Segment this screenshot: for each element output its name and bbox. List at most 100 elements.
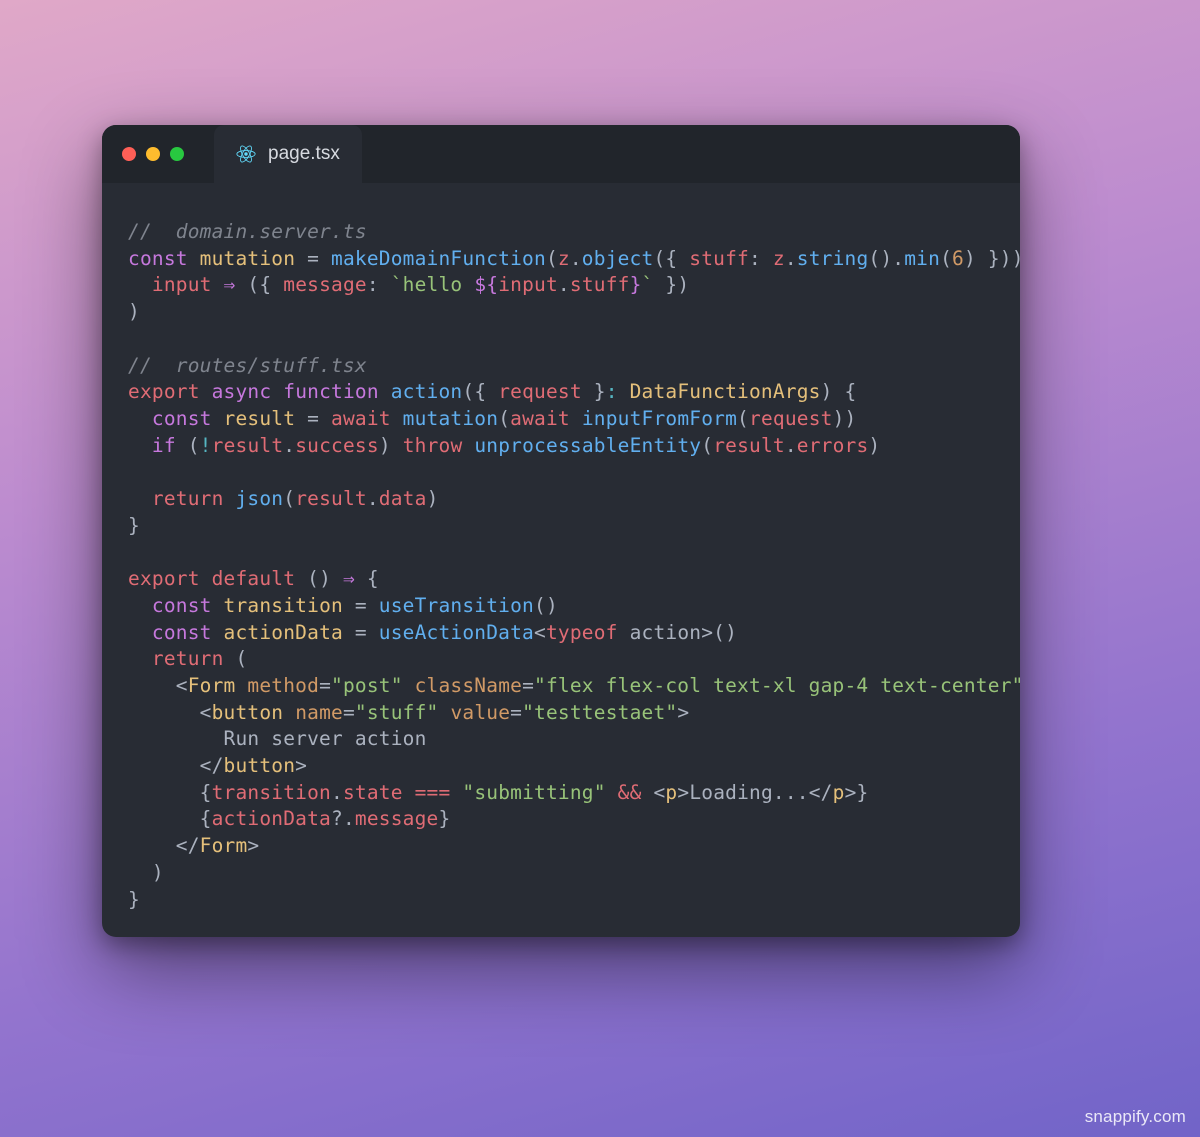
t: &&	[618, 781, 642, 804]
t: =	[295, 247, 331, 270]
t: makeDomainFunction	[331, 247, 546, 270]
t: }	[128, 514, 140, 537]
t: function	[283, 380, 379, 403]
t	[212, 594, 224, 617]
t: stuff	[570, 273, 630, 296]
t: export	[128, 567, 200, 590]
t: </	[128, 834, 200, 857]
t: object	[582, 247, 654, 270]
t: Form	[188, 674, 236, 697]
t: mutation	[403, 407, 499, 430]
t: <	[128, 674, 188, 697]
t: })	[653, 273, 689, 296]
t: .	[367, 487, 379, 510]
t: action	[391, 380, 463, 403]
t: ()	[534, 594, 558, 617]
t: ().	[868, 247, 904, 270]
t: button	[224, 754, 296, 777]
t: `hello	[391, 273, 475, 296]
t: )	[868, 434, 880, 457]
t: const	[128, 247, 188, 270]
t: {	[128, 781, 212, 804]
t	[403, 781, 415, 804]
t: unprocessableEntity	[474, 434, 701, 457]
t: input	[152, 273, 212, 296]
t: json	[235, 487, 283, 510]
t	[128, 487, 152, 510]
t: }	[438, 807, 450, 830]
t: .	[558, 273, 570, 296]
t: p	[833, 781, 845, 804]
traffic-lights	[102, 147, 204, 161]
t: const	[152, 594, 212, 617]
file-tab[interactable]: page.tsx	[214, 125, 362, 183]
t	[439, 701, 451, 724]
t: z	[773, 247, 785, 270]
t: .	[785, 247, 797, 270]
t: p	[665, 781, 677, 804]
t: action	[630, 621, 702, 644]
t: ({	[247, 273, 283, 296]
t: </	[809, 781, 833, 804]
t: :	[367, 273, 391, 296]
t: (	[701, 434, 713, 457]
t: ⇒	[343, 567, 355, 590]
t: }	[630, 273, 642, 296]
t: <	[642, 781, 666, 804]
t	[128, 407, 152, 430]
t: (	[283, 487, 295, 510]
t: {	[128, 807, 212, 830]
t	[450, 781, 462, 804]
t: <	[534, 621, 546, 644]
t: )	[379, 434, 403, 457]
t: (	[224, 647, 248, 670]
t: :	[749, 247, 773, 270]
t: return	[152, 647, 224, 670]
t: success	[295, 434, 379, 457]
zoom-icon[interactable]	[170, 147, 184, 161]
t	[606, 781, 618, 804]
t: string	[797, 247, 869, 270]
t: result	[713, 434, 785, 457]
t: </	[128, 754, 224, 777]
t: =	[522, 674, 534, 697]
t: ({	[462, 380, 498, 403]
t: >	[247, 834, 259, 857]
t: await	[331, 407, 391, 430]
t	[128, 434, 152, 457]
watermark: snappify.com	[1085, 1107, 1186, 1127]
t: typeof	[546, 621, 618, 644]
t	[128, 727, 224, 750]
t: ))	[833, 407, 857, 430]
t: (	[940, 247, 952, 270]
t: 6	[952, 247, 964, 270]
t	[618, 621, 630, 644]
t: throw	[403, 434, 463, 457]
close-icon[interactable]	[122, 147, 136, 161]
t: "submitting"	[462, 781, 605, 804]
window-titlebar: page.tsx	[102, 125, 1020, 183]
t: state	[343, 781, 403, 804]
t	[128, 647, 152, 670]
t: inputFromForm	[582, 407, 737, 430]
t: `	[642, 273, 654, 296]
t	[128, 594, 152, 617]
t: button	[212, 701, 284, 724]
t: ()	[295, 567, 343, 590]
t: =	[343, 621, 379, 644]
t: ?.	[331, 807, 355, 830]
t	[283, 701, 295, 724]
minimize-icon[interactable]	[146, 147, 160, 161]
t: (	[498, 407, 510, 430]
t: min	[904, 247, 940, 270]
t: ⇒	[212, 273, 248, 296]
t: >	[677, 781, 689, 804]
t: default	[212, 567, 296, 590]
code-comment: // routes/stuff.tsx	[128, 354, 367, 377]
t: errors	[797, 434, 869, 457]
t	[224, 487, 236, 510]
t: "flex flex-col text-xl gap-4 text-center…	[534, 674, 1020, 697]
t: =	[343, 594, 379, 617]
t: result	[224, 407, 296, 430]
t: .	[283, 434, 295, 457]
